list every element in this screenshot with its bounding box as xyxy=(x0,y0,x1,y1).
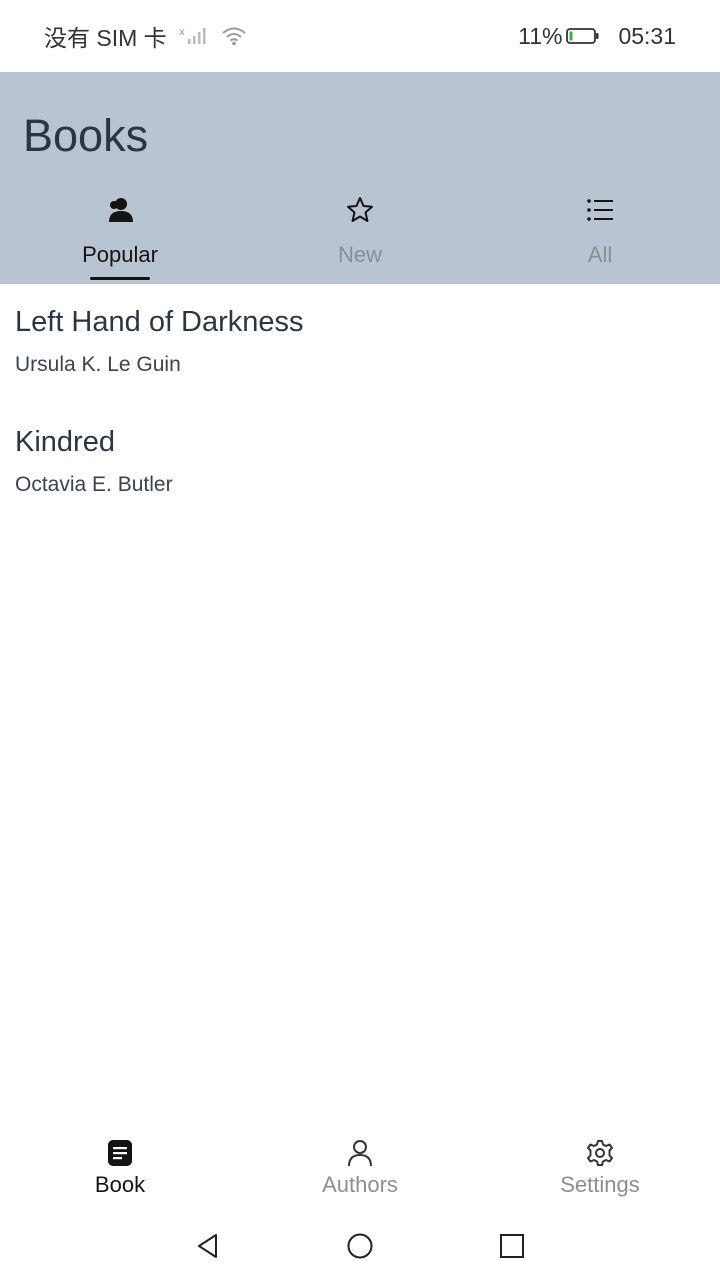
nav-item-book[interactable]: Book xyxy=(0,1130,240,1210)
book-title: Left Hand of Darkness xyxy=(15,306,304,338)
list-icon xyxy=(586,194,614,226)
nav-item-authors[interactable]: Authors xyxy=(240,1130,480,1210)
carrier-text: 没有 SIM 卡 xyxy=(44,25,167,51)
status-right: 11% 05:31 xyxy=(518,23,676,50)
tab-label: New xyxy=(337,242,382,267)
system-nav xyxy=(0,1212,720,1280)
list-item[interactable]: Left Hand of Darkness Ursula K. Le Guin xyxy=(0,284,720,404)
tab-all[interactable]: All xyxy=(480,188,720,284)
battery-icon xyxy=(566,27,600,45)
home-icon[interactable] xyxy=(340,1226,380,1266)
tab-label: Popular xyxy=(82,242,158,267)
book-icon xyxy=(107,1136,133,1170)
book-author: Ursula K. Le Guin xyxy=(15,353,181,376)
status-left: 没有 SIM 卡 x xyxy=(44,19,247,53)
nav-label: Settings xyxy=(560,1172,640,1197)
tab-label: All xyxy=(587,242,613,267)
tab-bar: Popular New All xyxy=(0,188,720,284)
app-bar: Books Popular New All xyxy=(0,72,720,284)
battery-percent: 11% xyxy=(518,22,563,49)
nav-label: Book xyxy=(94,1172,146,1197)
bottom-nav: Book Authors Settings xyxy=(0,1130,720,1210)
screen: 没有 SIM 卡 x 11% 05:31 Books Popular New A… xyxy=(0,0,720,1280)
signal-icon: x xyxy=(179,26,209,46)
nav-item-settings[interactable]: Settings xyxy=(480,1130,720,1210)
star-icon xyxy=(345,194,375,226)
book-title: Kindred xyxy=(15,426,115,458)
gear-icon xyxy=(586,1136,614,1170)
svg-text:x: x xyxy=(179,27,185,38)
nav-label: Authors xyxy=(322,1172,398,1197)
recents-icon[interactable] xyxy=(492,1226,532,1266)
tab-new[interactable]: New xyxy=(240,188,480,284)
back-icon[interactable] xyxy=(188,1226,228,1266)
book-list: Left Hand of Darkness Ursula K. Le Guin … xyxy=(0,284,720,524)
clock: 05:31 xyxy=(618,22,676,49)
page-title: Books xyxy=(23,110,149,161)
person-outline-icon xyxy=(346,1136,374,1170)
wifi-icon xyxy=(221,26,247,46)
tab-popular[interactable]: Popular xyxy=(0,188,240,284)
battery-group: 11% xyxy=(518,23,600,50)
list-item[interactable]: Kindred Octavia E. Butler xyxy=(0,404,720,524)
person-icon xyxy=(106,194,134,226)
book-author: Octavia E. Butler xyxy=(15,473,173,496)
status-bar: 没有 SIM 卡 x 11% 05:31 xyxy=(0,0,720,72)
tab-indicator xyxy=(90,277,150,280)
